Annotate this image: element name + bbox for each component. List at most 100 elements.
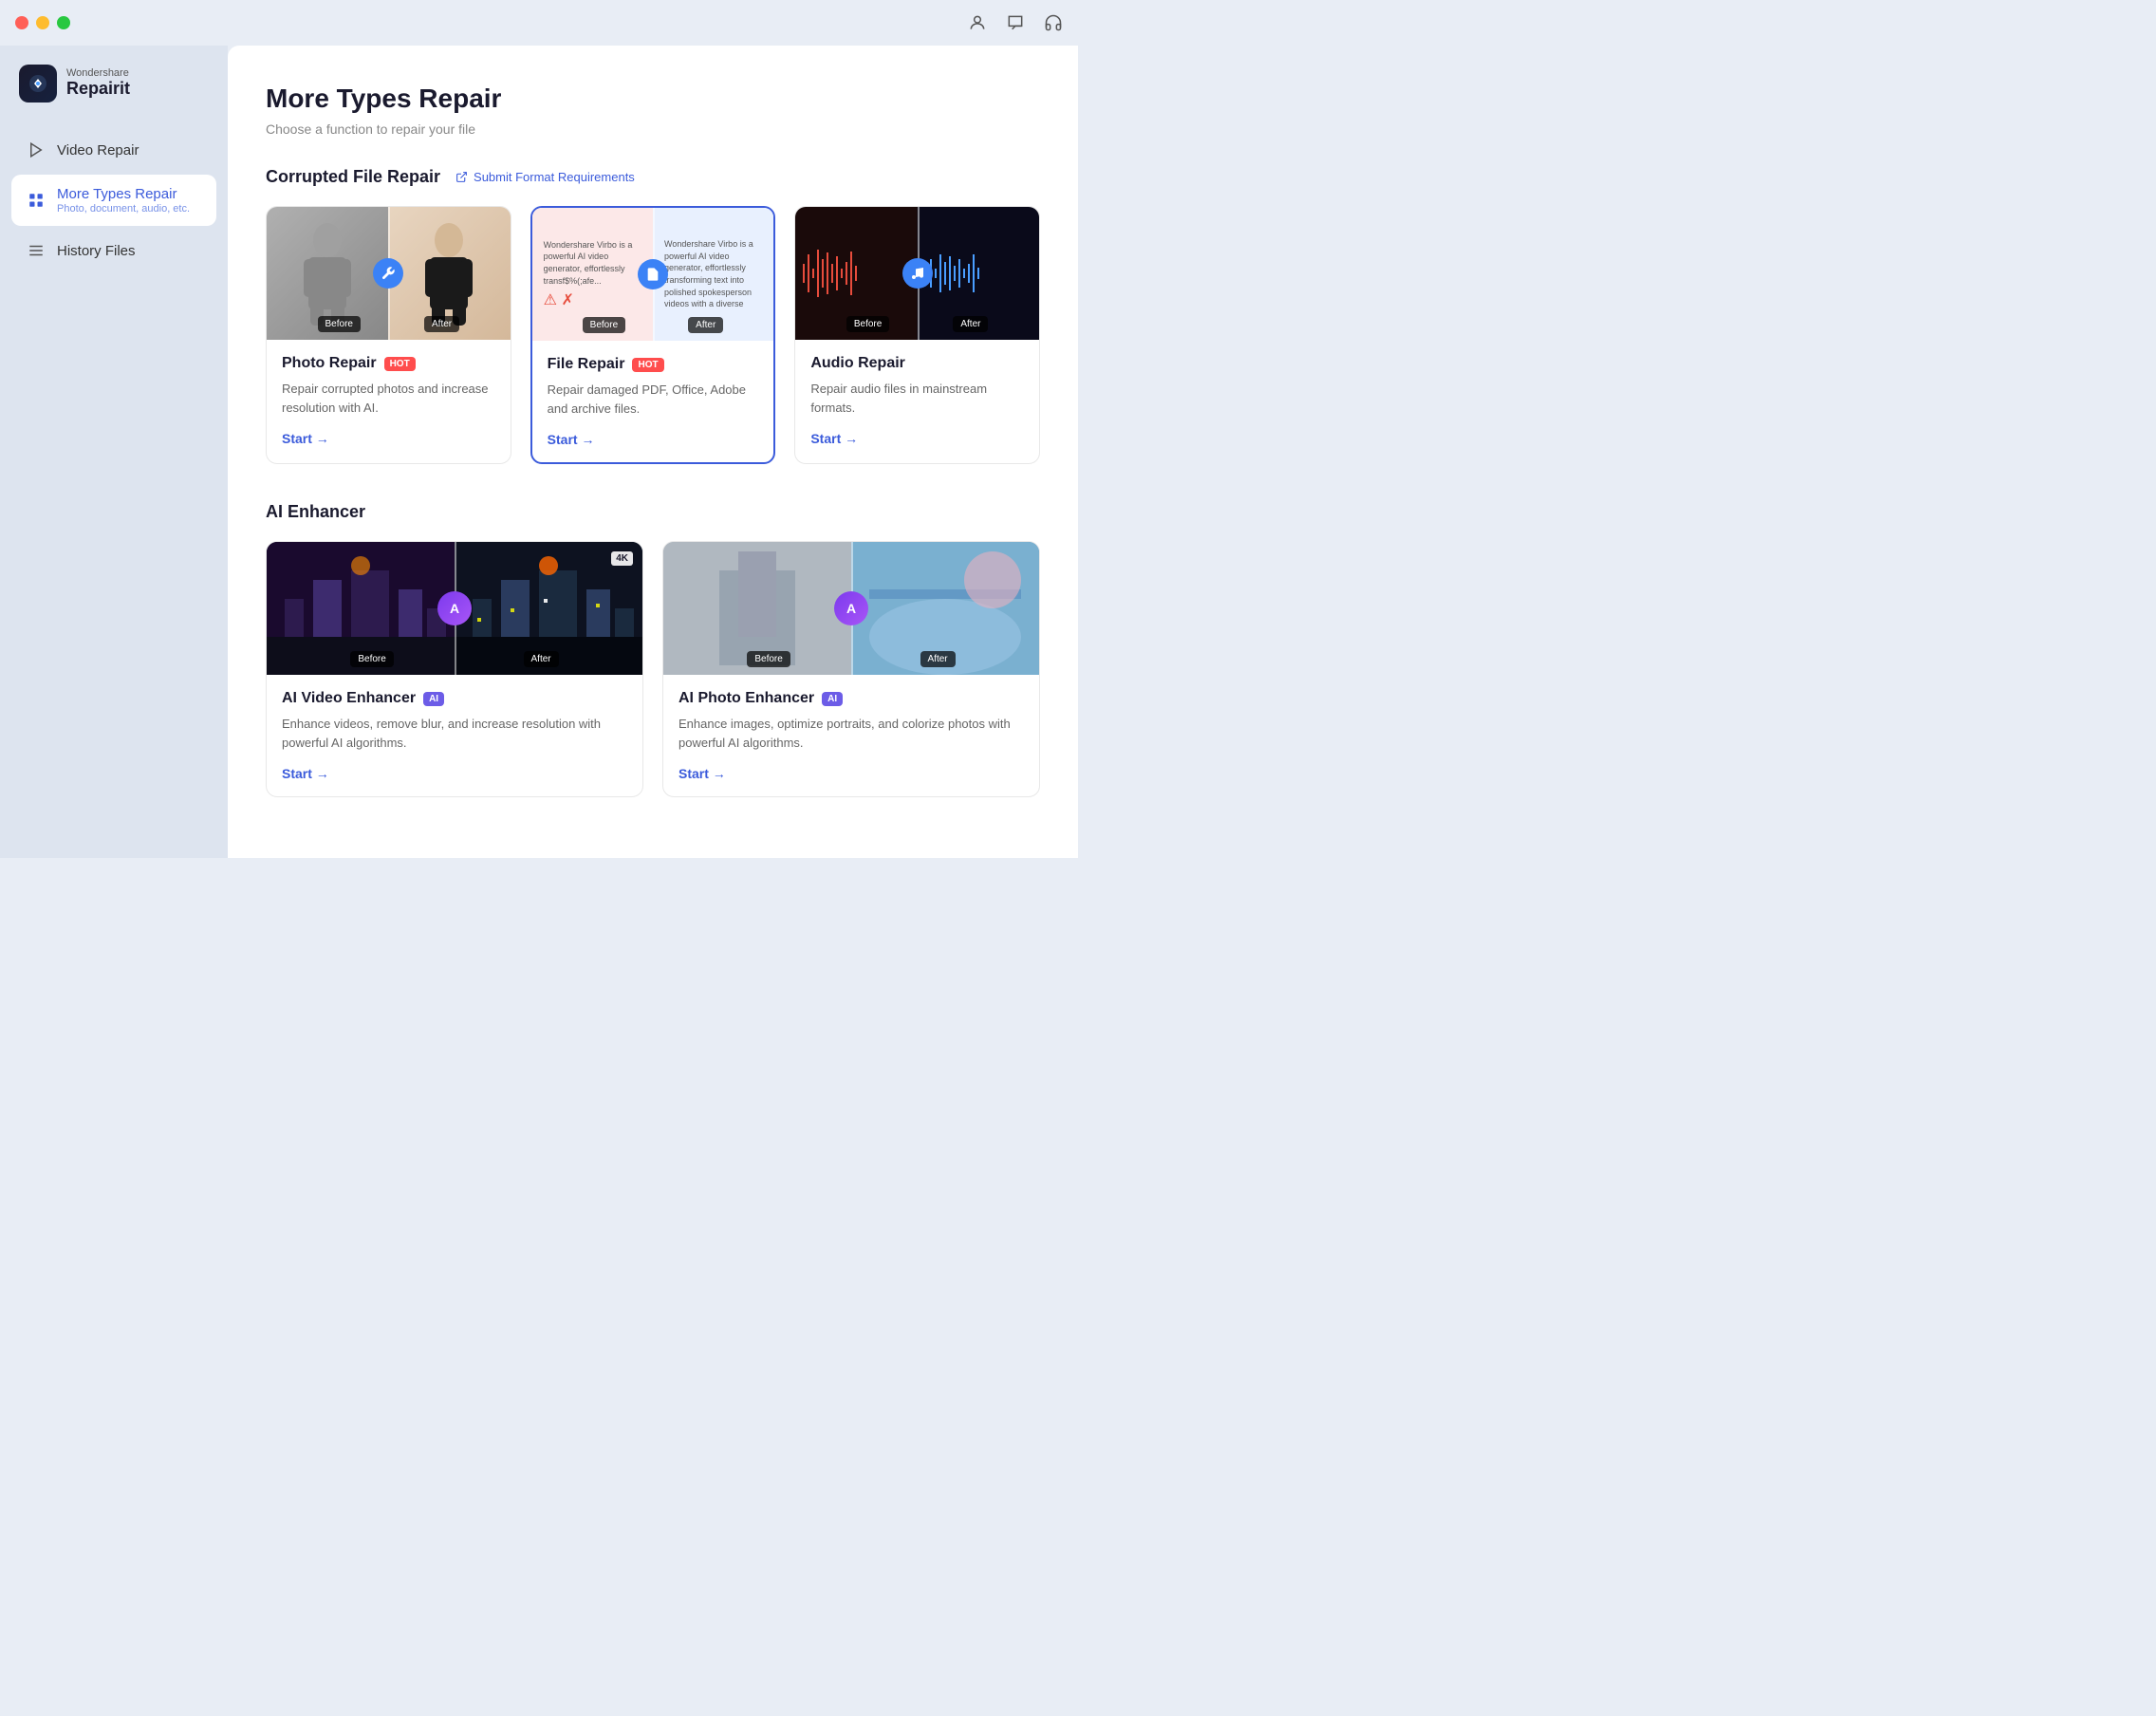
headphone-icon[interactable] xyxy=(1044,13,1063,32)
minimize-button[interactable] xyxy=(36,16,49,29)
corrupted-file-repair-cards: Before After Photo Repair HOT Repair cor… xyxy=(266,206,1040,464)
sidebar-item-video-repair[interactable]: Video Repair xyxy=(11,129,216,171)
ai-photo-enhancer-card[interactable]: A Before After AI Photo Enhancer AI Enha… xyxy=(662,541,1040,797)
sidebar: Wondershare Repairit Video Repair xyxy=(0,46,228,858)
page-subtitle: Choose a function to repair your file xyxy=(266,121,1040,137)
ai-video-start[interactable]: Start → xyxy=(282,766,627,781)
corrupted-file-repair-header: Corrupted File Repair Submit Format Requ… xyxy=(266,167,1040,187)
close-button[interactable] xyxy=(15,16,28,29)
ai-video-logo: A xyxy=(437,591,472,625)
file-center-icon xyxy=(638,259,668,289)
file-repair-title-row: File Repair HOT xyxy=(548,356,759,373)
ai-photo-start[interactable]: Start → xyxy=(678,766,1024,781)
main-content: More Types Repair Choose a function to r… xyxy=(228,46,1078,858)
file-repair-title: File Repair xyxy=(548,356,625,373)
photo-repair-badge: HOT xyxy=(384,357,416,371)
ai-video-title-row: AI Video Enhancer AI xyxy=(282,690,627,707)
after-label-photo-enh: After xyxy=(920,651,956,667)
ai-photo-image: A Before After xyxy=(663,542,1039,675)
logo-name: Repairit xyxy=(66,79,130,100)
before-label: Before xyxy=(318,316,361,332)
audio-repair-start[interactable]: Start → xyxy=(810,431,1024,446)
photo-repair-start[interactable]: Start → xyxy=(282,431,495,446)
chat-icon[interactable] xyxy=(1006,13,1025,32)
before-label-video: Before xyxy=(350,651,393,667)
person-silhouette-after xyxy=(420,221,477,326)
user-icon[interactable] xyxy=(968,13,987,32)
after-label-file: After xyxy=(688,317,723,333)
logo-company: Wondershare xyxy=(66,67,130,79)
sidebar-item-label-history: History Files xyxy=(57,243,136,259)
after-label: After xyxy=(424,316,459,332)
before-label-photo-enh: Before xyxy=(747,651,790,667)
sidebar-item-history[interactable]: History Files xyxy=(11,230,216,271)
sidebar-item-label-more: More Types Repair xyxy=(57,186,190,202)
ai-enhancer-cards: 4K A Before After AI Video Enhancer AI E… xyxy=(266,541,1040,797)
repair-center-icon xyxy=(373,258,403,289)
photo-repair-image: Before After xyxy=(267,207,511,340)
page-title: More Types Repair xyxy=(266,84,1040,114)
history-icon xyxy=(27,241,46,260)
logo-icon xyxy=(19,65,57,103)
audio-repair-desc: Repair audio files in mainstream formats… xyxy=(810,380,1024,418)
section-title-ai: AI Enhancer xyxy=(266,502,365,522)
file-icon xyxy=(645,267,660,282)
ai-video-image: 4K A Before After xyxy=(267,542,642,675)
audio-repair-body: Audio Repair Repair audio files in mains… xyxy=(795,340,1039,461)
after-label-video: After xyxy=(524,651,559,667)
ai-photo-title-row: AI Photo Enhancer AI xyxy=(678,690,1024,707)
ai-photo-title: AI Photo Enhancer xyxy=(678,690,814,707)
file-repair-image: Wondershare Virbo is a powerful AI video… xyxy=(532,208,774,341)
maximize-button[interactable] xyxy=(57,16,70,29)
photo-repair-card[interactable]: Before After Photo Repair HOT Repair cor… xyxy=(266,206,511,464)
audio-repair-card[interactable]: Before After Audio Repair Repair audio f… xyxy=(794,206,1040,464)
file-repair-body: File Repair HOT Repair damaged PDF, Offi… xyxy=(532,341,774,462)
before-label-file: Before xyxy=(583,317,625,333)
app-body: Wondershare Repairit Video Repair xyxy=(0,46,1078,858)
file-text-content-fixed: Wondershare Virbo is a powerful AI video… xyxy=(664,238,762,310)
audio-repair-title: Audio Repair xyxy=(810,355,905,372)
file-text-content: Wondershare Virbo is a powerful AI video… xyxy=(544,239,641,287)
file-repair-desc: Repair damaged PDF, Office, Adobe and ar… xyxy=(548,381,759,419)
logo-text: Wondershare Repairit xyxy=(66,67,130,100)
ai-video-title: AI Video Enhancer xyxy=(282,690,416,707)
photo-repair-body: Photo Repair HOT Repair corrupted photos… xyxy=(267,340,511,461)
submit-link-label: Submit Format Requirements xyxy=(474,170,635,184)
ai-video-badge: AI xyxy=(423,692,444,706)
photo-repair-title-row: Photo Repair HOT xyxy=(282,355,495,372)
more-types-icon xyxy=(27,191,46,210)
wrench-icon xyxy=(381,266,396,281)
audio-center-icon xyxy=(902,258,933,289)
file-repair-start[interactable]: Start → xyxy=(548,432,759,447)
sidebar-item-content-history: History Files xyxy=(57,243,136,259)
ai-photo-body: AI Photo Enhancer AI Enhance images, opt… xyxy=(663,675,1039,796)
section-title-corrupted: Corrupted File Repair xyxy=(266,167,440,187)
photo-repair-title: Photo Repair xyxy=(282,355,377,372)
person-silhouette-before xyxy=(299,221,356,326)
app-logo: Wondershare Repairit xyxy=(11,65,216,103)
ai-photo-badge: AI xyxy=(822,692,843,706)
after-label-audio: After xyxy=(953,316,988,332)
waveform-before xyxy=(799,245,913,302)
sidebar-item-content-video: Video Repair xyxy=(57,142,139,159)
4k-badge: 4K xyxy=(611,551,633,566)
waveform-after xyxy=(921,245,1035,302)
file-repair-card[interactable]: Wondershare Virbo is a powerful AI video… xyxy=(530,206,776,464)
traffic-lights xyxy=(15,16,70,29)
sidebar-item-label-video: Video Repair xyxy=(57,142,139,159)
before-label-audio: Before xyxy=(846,316,889,332)
ai-video-body: AI Video Enhancer AI Enhance videos, rem… xyxy=(267,675,642,796)
sidebar-item-sub-more: Photo, document, audio, etc. xyxy=(57,203,190,214)
ai-video-desc: Enhance videos, remove blur, and increas… xyxy=(282,715,627,753)
ai-photo-desc: Enhance images, optimize portraits, and … xyxy=(678,715,1024,753)
audio-repair-image: Before After xyxy=(795,207,1039,340)
ai-enhancer-header: AI Enhancer xyxy=(266,502,1040,522)
external-link-icon xyxy=(455,171,468,183)
ai-photo-logo: A xyxy=(834,591,868,625)
sidebar-item-more-types[interactable]: More Types Repair Photo, document, audio… xyxy=(11,175,216,226)
ai-video-enhancer-card[interactable]: 4K A Before After AI Video Enhancer AI E… xyxy=(266,541,643,797)
photo-repair-desc: Repair corrupted photos and increase res… xyxy=(282,380,495,418)
submit-format-link[interactable]: Submit Format Requirements xyxy=(455,170,635,184)
file-error-icon: ⚠ ✗ xyxy=(544,290,641,309)
audio-wave-icon xyxy=(910,266,925,281)
